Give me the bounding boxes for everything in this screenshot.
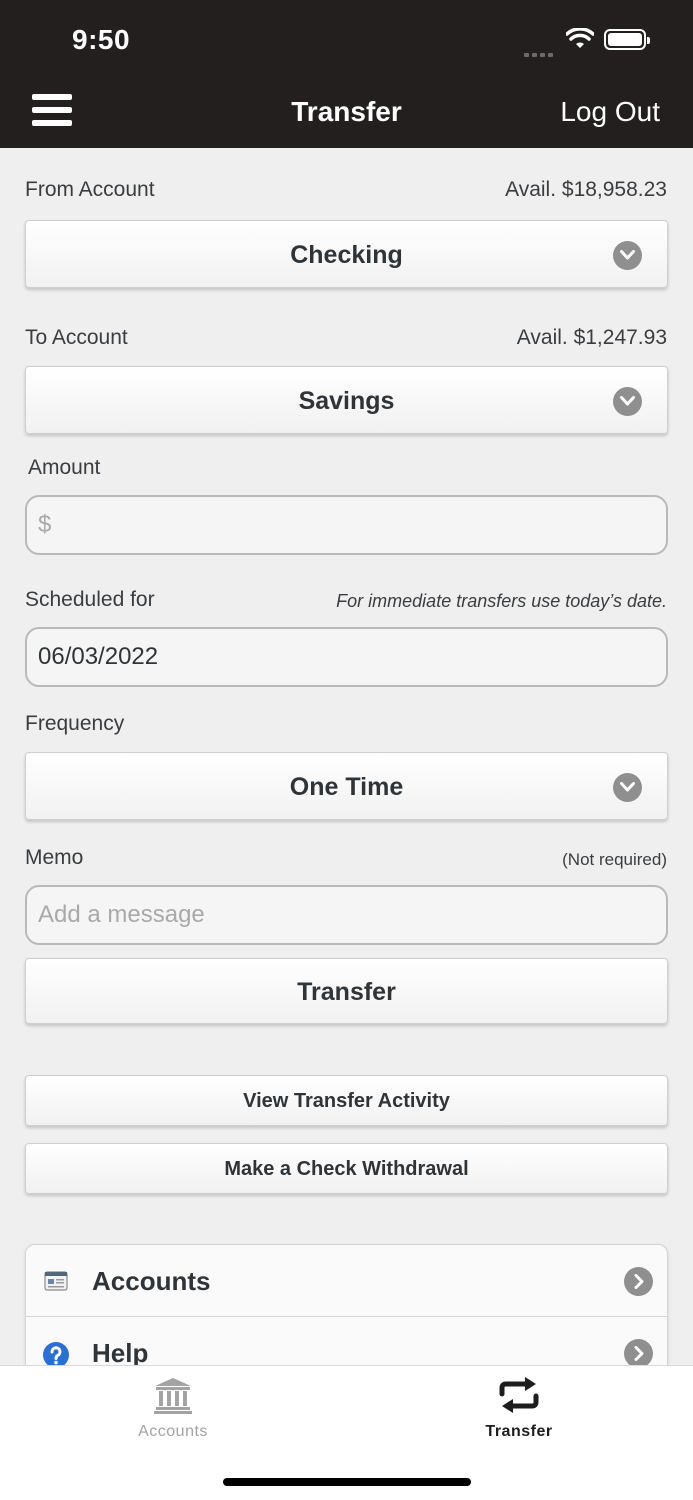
- amount-label: Amount: [28, 456, 101, 479]
- tab-label: Transfer: [485, 1423, 553, 1440]
- tab-accounts[interactable]: Accounts: [73, 1376, 273, 1441]
- scheduled-for-label: Scheduled for: [25, 588, 155, 611]
- to-account-label: To Account: [25, 326, 128, 349]
- battery-icon: [604, 29, 650, 50]
- tab-label: Accounts: [138, 1423, 208, 1440]
- menu-item-label: Accounts: [92, 1266, 211, 1296]
- from-account-value: Checking: [290, 241, 403, 269]
- memo-note: (Not required): [562, 850, 667, 869]
- home-indicator: [223, 1478, 471, 1486]
- transfer-arrows-icon: [498, 1377, 540, 1418]
- chevron-down-icon: [613, 387, 642, 416]
- frequency-select[interactable]: One Time: [25, 752, 668, 820]
- amount-input[interactable]: $: [25, 495, 668, 555]
- frequency-label: Frequency: [25, 712, 125, 735]
- memo-placeholder: Add a message: [38, 901, 205, 928]
- status-bar: 9:50: [0, 0, 693, 80]
- from-account-label: From Account: [25, 178, 155, 201]
- from-account-available: Avail. $18,958.23: [505, 178, 667, 201]
- scheduled-date-value: 06/03/2022: [38, 643, 159, 670]
- make-check-withdrawal-button[interactable]: Make a Check Withdrawal: [25, 1143, 668, 1194]
- chevron-down-icon: [613, 241, 642, 270]
- navigation-bar: Transfer Log Out: [0, 80, 693, 148]
- wifi-icon: [565, 27, 595, 55]
- amount-placeholder: $: [38, 511, 52, 538]
- accounts-card-icon: [44, 1271, 68, 1296]
- menu-item-accounts[interactable]: Accounts: [26, 1245, 667, 1317]
- frequency-value: One Time: [289, 773, 404, 801]
- view-transfer-activity-button[interactable]: View Transfer Activity: [25, 1075, 668, 1126]
- memo-input[interactable]: Add a message: [25, 885, 668, 945]
- to-account-select[interactable]: Savings: [25, 366, 668, 434]
- scheduled-note: For immediate transfers use today’s date…: [336, 591, 667, 611]
- status-time: 9:50: [72, 24, 131, 55]
- from-account-select[interactable]: Checking: [25, 220, 668, 288]
- chevron-right-icon: [624, 1339, 653, 1368]
- memo-label: Memo: [25, 846, 84, 869]
- chevron-right-icon: [624, 1267, 653, 1296]
- to-account-available: Avail. $1,247.93: [516, 326, 667, 349]
- tab-transfer[interactable]: Transfer: [419, 1376, 619, 1441]
- bank-icon: [153, 1378, 193, 1418]
- logout-button[interactable]: Log Out: [560, 96, 660, 128]
- transfer-button[interactable]: Transfer: [25, 958, 668, 1024]
- to-account-value: Savings: [298, 387, 395, 415]
- scheduled-date-input[interactable]: 06/03/2022: [25, 627, 668, 687]
- cellular-signal-icon: [524, 44, 556, 62]
- chevron-down-icon: [613, 773, 642, 802]
